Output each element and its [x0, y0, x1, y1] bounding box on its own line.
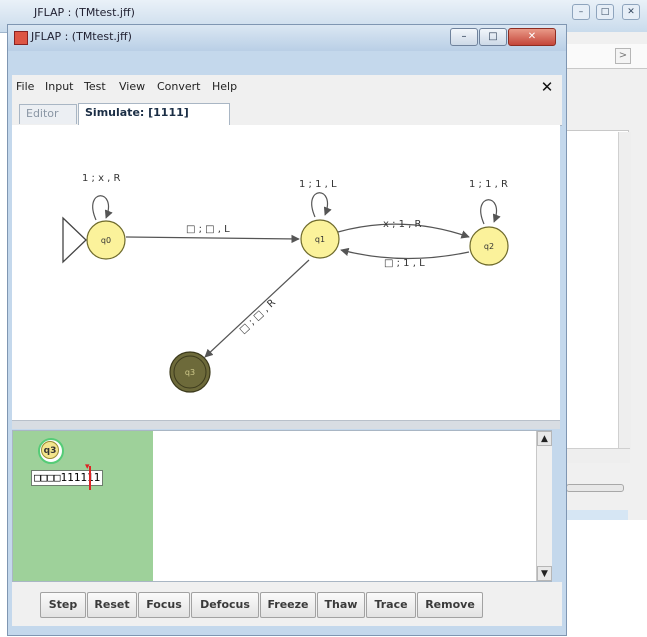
- reset-button[interactable]: Reset: [87, 592, 137, 618]
- focus-button[interactable]: Focus: [138, 592, 190, 618]
- state-q3[interactable]: q3: [169, 351, 211, 393]
- state-q2[interactable]: q2: [469, 226, 509, 266]
- scroll-up-icon[interactable]: ▲: [537, 431, 552, 446]
- transition-label: 1 ; 1 , L: [299, 179, 337, 190]
- state-label: q3: [185, 368, 195, 377]
- configuration-state: q3: [41, 441, 59, 459]
- transition-label: 1 ; 1 , R: [469, 179, 508, 190]
- tape-head-arrow-icon: ▾: [85, 462, 90, 472]
- defocus-button[interactable]: Defocus: [191, 592, 259, 618]
- initial-state-marker: [62, 216, 87, 264]
- configuration-card[interactable]: [13, 431, 153, 581]
- transition-q2-q2[interactable]: [480, 199, 501, 225]
- transition-q1-q1[interactable]: [311, 192, 332, 218]
- state-label: q1: [315, 235, 325, 244]
- transition-label: □ ; □ , L: [186, 224, 230, 235]
- freeze-button[interactable]: Freeze: [260, 592, 316, 618]
- thaw-button[interactable]: Thaw: [317, 592, 365, 618]
- transition-label: x ; 1 , R: [383, 219, 422, 230]
- state-label: q2: [484, 242, 494, 251]
- transition-q1-q3[interactable]: [204, 259, 310, 358]
- state-q1[interactable]: q1: [300, 219, 340, 259]
- remove-button[interactable]: Remove: [417, 592, 483, 618]
- step-button[interactable]: Step: [40, 592, 86, 618]
- transition-label: □ ; 1 , L: [384, 258, 425, 269]
- trace-button[interactable]: Trace: [366, 592, 416, 618]
- tape: □□□□111111: [31, 470, 104, 486]
- transition-q0-q1[interactable]: [125, 234, 300, 244]
- state-label: q0: [101, 236, 111, 245]
- scroll-down-icon[interactable]: ▼: [537, 566, 552, 581]
- transition-label: □ ; □ , R: [238, 297, 279, 336]
- transition-label: 1 ; x , R: [82, 173, 121, 184]
- state-q0[interactable]: q0: [86, 220, 126, 260]
- configuration-scrollbar[interactable]: ▲ ▼: [536, 431, 552, 581]
- transition-q0-q0[interactable]: [92, 195, 113, 221]
